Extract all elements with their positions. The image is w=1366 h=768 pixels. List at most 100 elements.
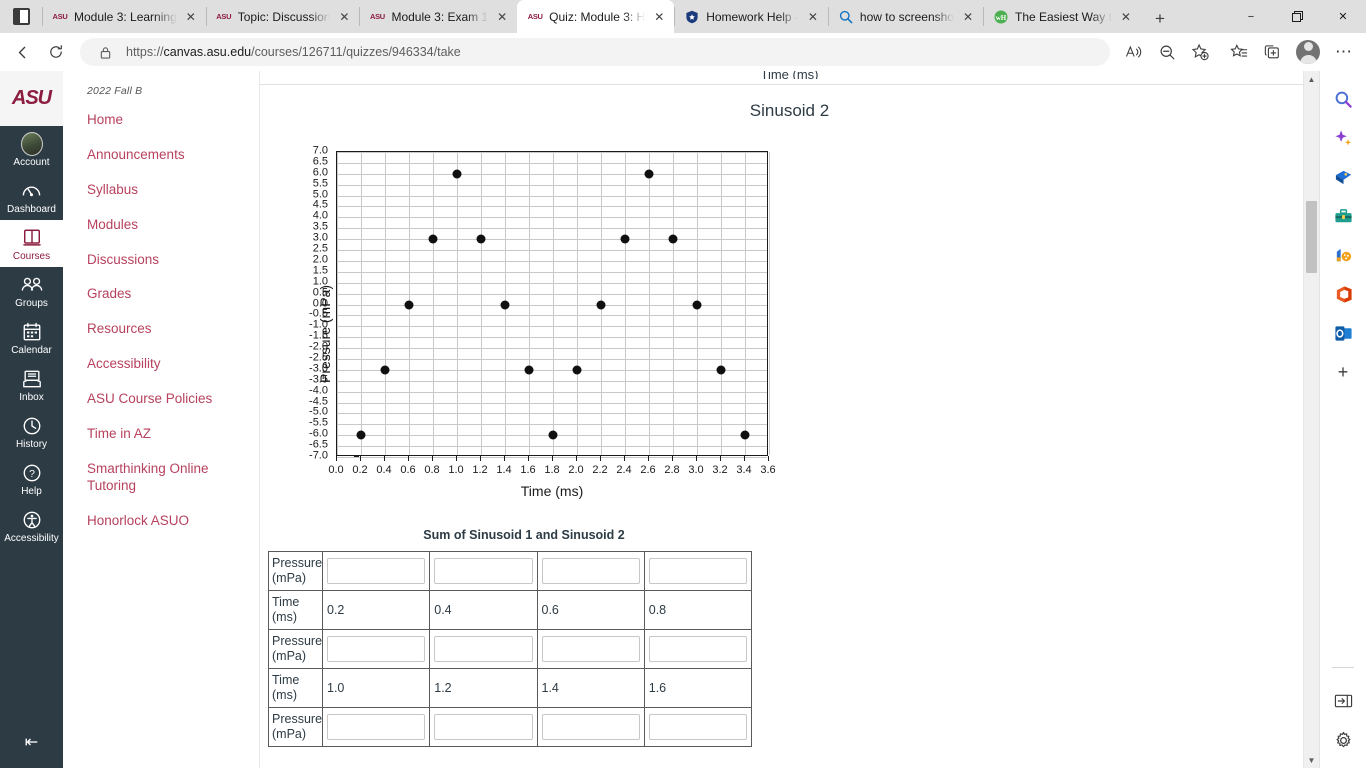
favorites-icon[interactable] <box>1223 36 1255 68</box>
global-nav-item-dashboard[interactable]: Dashboard <box>0 173 63 220</box>
add-site-icon[interactable]: + <box>1329 358 1357 386</box>
global-nav-item-history[interactable]: History <box>0 408 63 455</box>
pressure-input[interactable] <box>648 714 747 740</box>
collections-icon[interactable] <box>1256 36 1288 68</box>
zoom-out-icon[interactable] <box>1151 36 1183 68</box>
minimize-button[interactable]: − <box>1228 0 1274 33</box>
browser-tab[interactable]: ASU Module 3: Exam 1 ✕ <box>359 0 517 33</box>
table-row-header: Pressure (mPa) <box>268 707 323 747</box>
pressure-input[interactable] <box>327 558 426 584</box>
pressure-input[interactable] <box>541 558 640 584</box>
search-icon[interactable] <box>1329 85 1357 113</box>
open-in-sidebar-icon[interactable] <box>1329 687 1357 715</box>
asu-logo[interactable]: ASU <box>0 71 63 126</box>
tools-icon[interactable] <box>1329 202 1357 230</box>
course-nav-item-smarthinking-online-tutoring[interactable]: Smarthinking Online Tutoring <box>63 452 259 504</box>
course-nav-item-modules[interactable]: Modules <box>63 208 259 243</box>
answer-cell[interactable] <box>536 707 645 747</box>
course-nav-item-syllabus[interactable]: Syllabus <box>63 173 259 208</box>
global-nav-item-calendar[interactable]: Calendar <box>0 314 63 361</box>
close-window-button[interactable]: ✕ <box>1320 0 1366 33</box>
copilot-sparkle-icon[interactable] <box>1329 124 1357 152</box>
course-nav-item-announcements[interactable]: Announcements <box>63 138 259 173</box>
more-settings-icon[interactable]: ⋯ <box>1328 36 1360 68</box>
answer-cell[interactable] <box>429 551 538 591</box>
course-nav-item-asu-course-policies[interactable]: ASU Course Policies <box>63 382 259 417</box>
address-bar[interactable]: https://canvas.asu.edu/courses/126711/qu… <box>80 38 1110 66</box>
shopping-tag-icon[interactable] <box>1329 163 1357 191</box>
course-nav-item-accessibility[interactable]: Accessibility <box>63 347 259 382</box>
browser-tab[interactable]: Homework Help - ✕ <box>674 0 828 33</box>
tab-close-icon[interactable]: ✕ <box>1118 9 1134 25</box>
course-nav-item-discussions[interactable]: Discussions <box>63 243 259 278</box>
scroll-down-arrow[interactable]: ▼ <box>1304 752 1319 768</box>
browser-tab[interactable]: wH The Easiest Way t ✕ <box>982 0 1141 33</box>
course-nav-item-home[interactable]: Home <box>63 103 259 138</box>
answer-cell[interactable] <box>536 551 645 591</box>
global-nav-item-help[interactable]: ? Help <box>0 455 63 502</box>
data-point <box>404 300 414 309</box>
pressure-input[interactable] <box>648 636 747 662</box>
gridline-vertical <box>553 152 554 455</box>
tab-close-icon[interactable]: ✕ <box>960 9 976 25</box>
answer-cell[interactable] <box>321 551 431 591</box>
global-nav-item-courses[interactable]: Courses <box>0 220 63 267</box>
content-scrollbar[interactable]: ▲ ▼ <box>1303 71 1319 768</box>
course-nav-item-grades[interactable]: Grades <box>63 277 259 312</box>
pressure-input[interactable] <box>541 636 640 662</box>
pressure-input[interactable] <box>434 636 533 662</box>
x-tick-mark <box>336 456 337 461</box>
browser-tab[interactable]: how to screensho ✕ <box>827 0 983 33</box>
reload-button[interactable] <box>40 36 72 68</box>
tab-close-icon[interactable]: ✕ <box>183 9 199 25</box>
tab-close-icon[interactable]: ✕ <box>336 9 352 25</box>
scrollbar-thumb[interactable] <box>1306 201 1317 273</box>
sidebar-settings-icon[interactable] <box>1329 726 1357 754</box>
course-nav-item-honorlock-asuo[interactable]: Honorlock ASUO <box>63 504 259 539</box>
gridline-horizontal <box>337 369 767 371</box>
browser-tab[interactable]: ASU Topic: Discussion ✕ <box>205 0 360 33</box>
browser-tab[interactable]: ASU Module 3: Learning ✕ <box>42 0 206 33</box>
office-icon[interactable] <box>1329 280 1357 308</box>
global-nav-item-groups[interactable]: Groups <box>0 267 63 314</box>
gridline-horizontal <box>337 195 767 197</box>
global-nav-item-accessibility[interactable]: Accessibility <box>0 502 63 549</box>
outlook-icon[interactable] <box>1329 319 1357 347</box>
answer-cell[interactable] <box>536 629 645 669</box>
tab-actions-menu-button[interactable] <box>0 0 42 33</box>
maximize-button[interactable] <box>1274 0 1320 33</box>
answer-cell[interactable] <box>321 629 431 669</box>
time-cell: 1.0 <box>321 668 431 708</box>
new-tab-button[interactable]: + <box>1145 5 1175 33</box>
course-nav-item-resources[interactable]: Resources <box>63 312 259 347</box>
answer-cell[interactable] <box>643 629 753 669</box>
games-icon[interactable] <box>1329 241 1357 269</box>
profile-avatar[interactable] <box>1296 40 1320 64</box>
pressure-input[interactable] <box>327 636 426 662</box>
scroll-up-arrow[interactable]: ▲ <box>1304 71 1319 87</box>
global-nav-item-account[interactable]: Account <box>0 126 63 173</box>
answer-cell[interactable] <box>429 629 538 669</box>
tab-close-icon[interactable]: ✕ <box>494 9 510 25</box>
x-tick-label: 2.2 <box>592 464 608 476</box>
answer-cell[interactable] <box>429 707 538 747</box>
browser-tab-active[interactable]: ASU Quiz: Module 3: H ✕ <box>517 0 675 33</box>
pressure-input[interactable] <box>327 714 426 740</box>
pressure-input[interactable] <box>434 558 533 584</box>
tab-close-icon[interactable]: ✕ <box>805 9 821 25</box>
gridline-horizontal <box>337 424 767 426</box>
answer-cell[interactable] <box>321 707 431 747</box>
x-tick-label: 0.0 <box>328 464 344 476</box>
collapse-nav-button[interactable]: ⇤ <box>0 720 63 768</box>
global-nav-item-inbox[interactable]: Inbox <box>0 361 63 408</box>
pressure-input[interactable] <box>648 558 747 584</box>
add-favorite-icon[interactable] <box>1184 36 1216 68</box>
pressure-input[interactable] <box>541 714 640 740</box>
answer-cell[interactable] <box>643 707 753 747</box>
pressure-input[interactable] <box>434 714 533 740</box>
answer-cell[interactable] <box>643 551 753 591</box>
course-nav-item-time-in-az[interactable]: Time in AZ <box>63 417 259 452</box>
tab-close-icon[interactable]: ✕ <box>651 9 667 25</box>
read-aloud-icon[interactable] <box>1118 36 1150 68</box>
back-button[interactable] <box>6 36 38 68</box>
